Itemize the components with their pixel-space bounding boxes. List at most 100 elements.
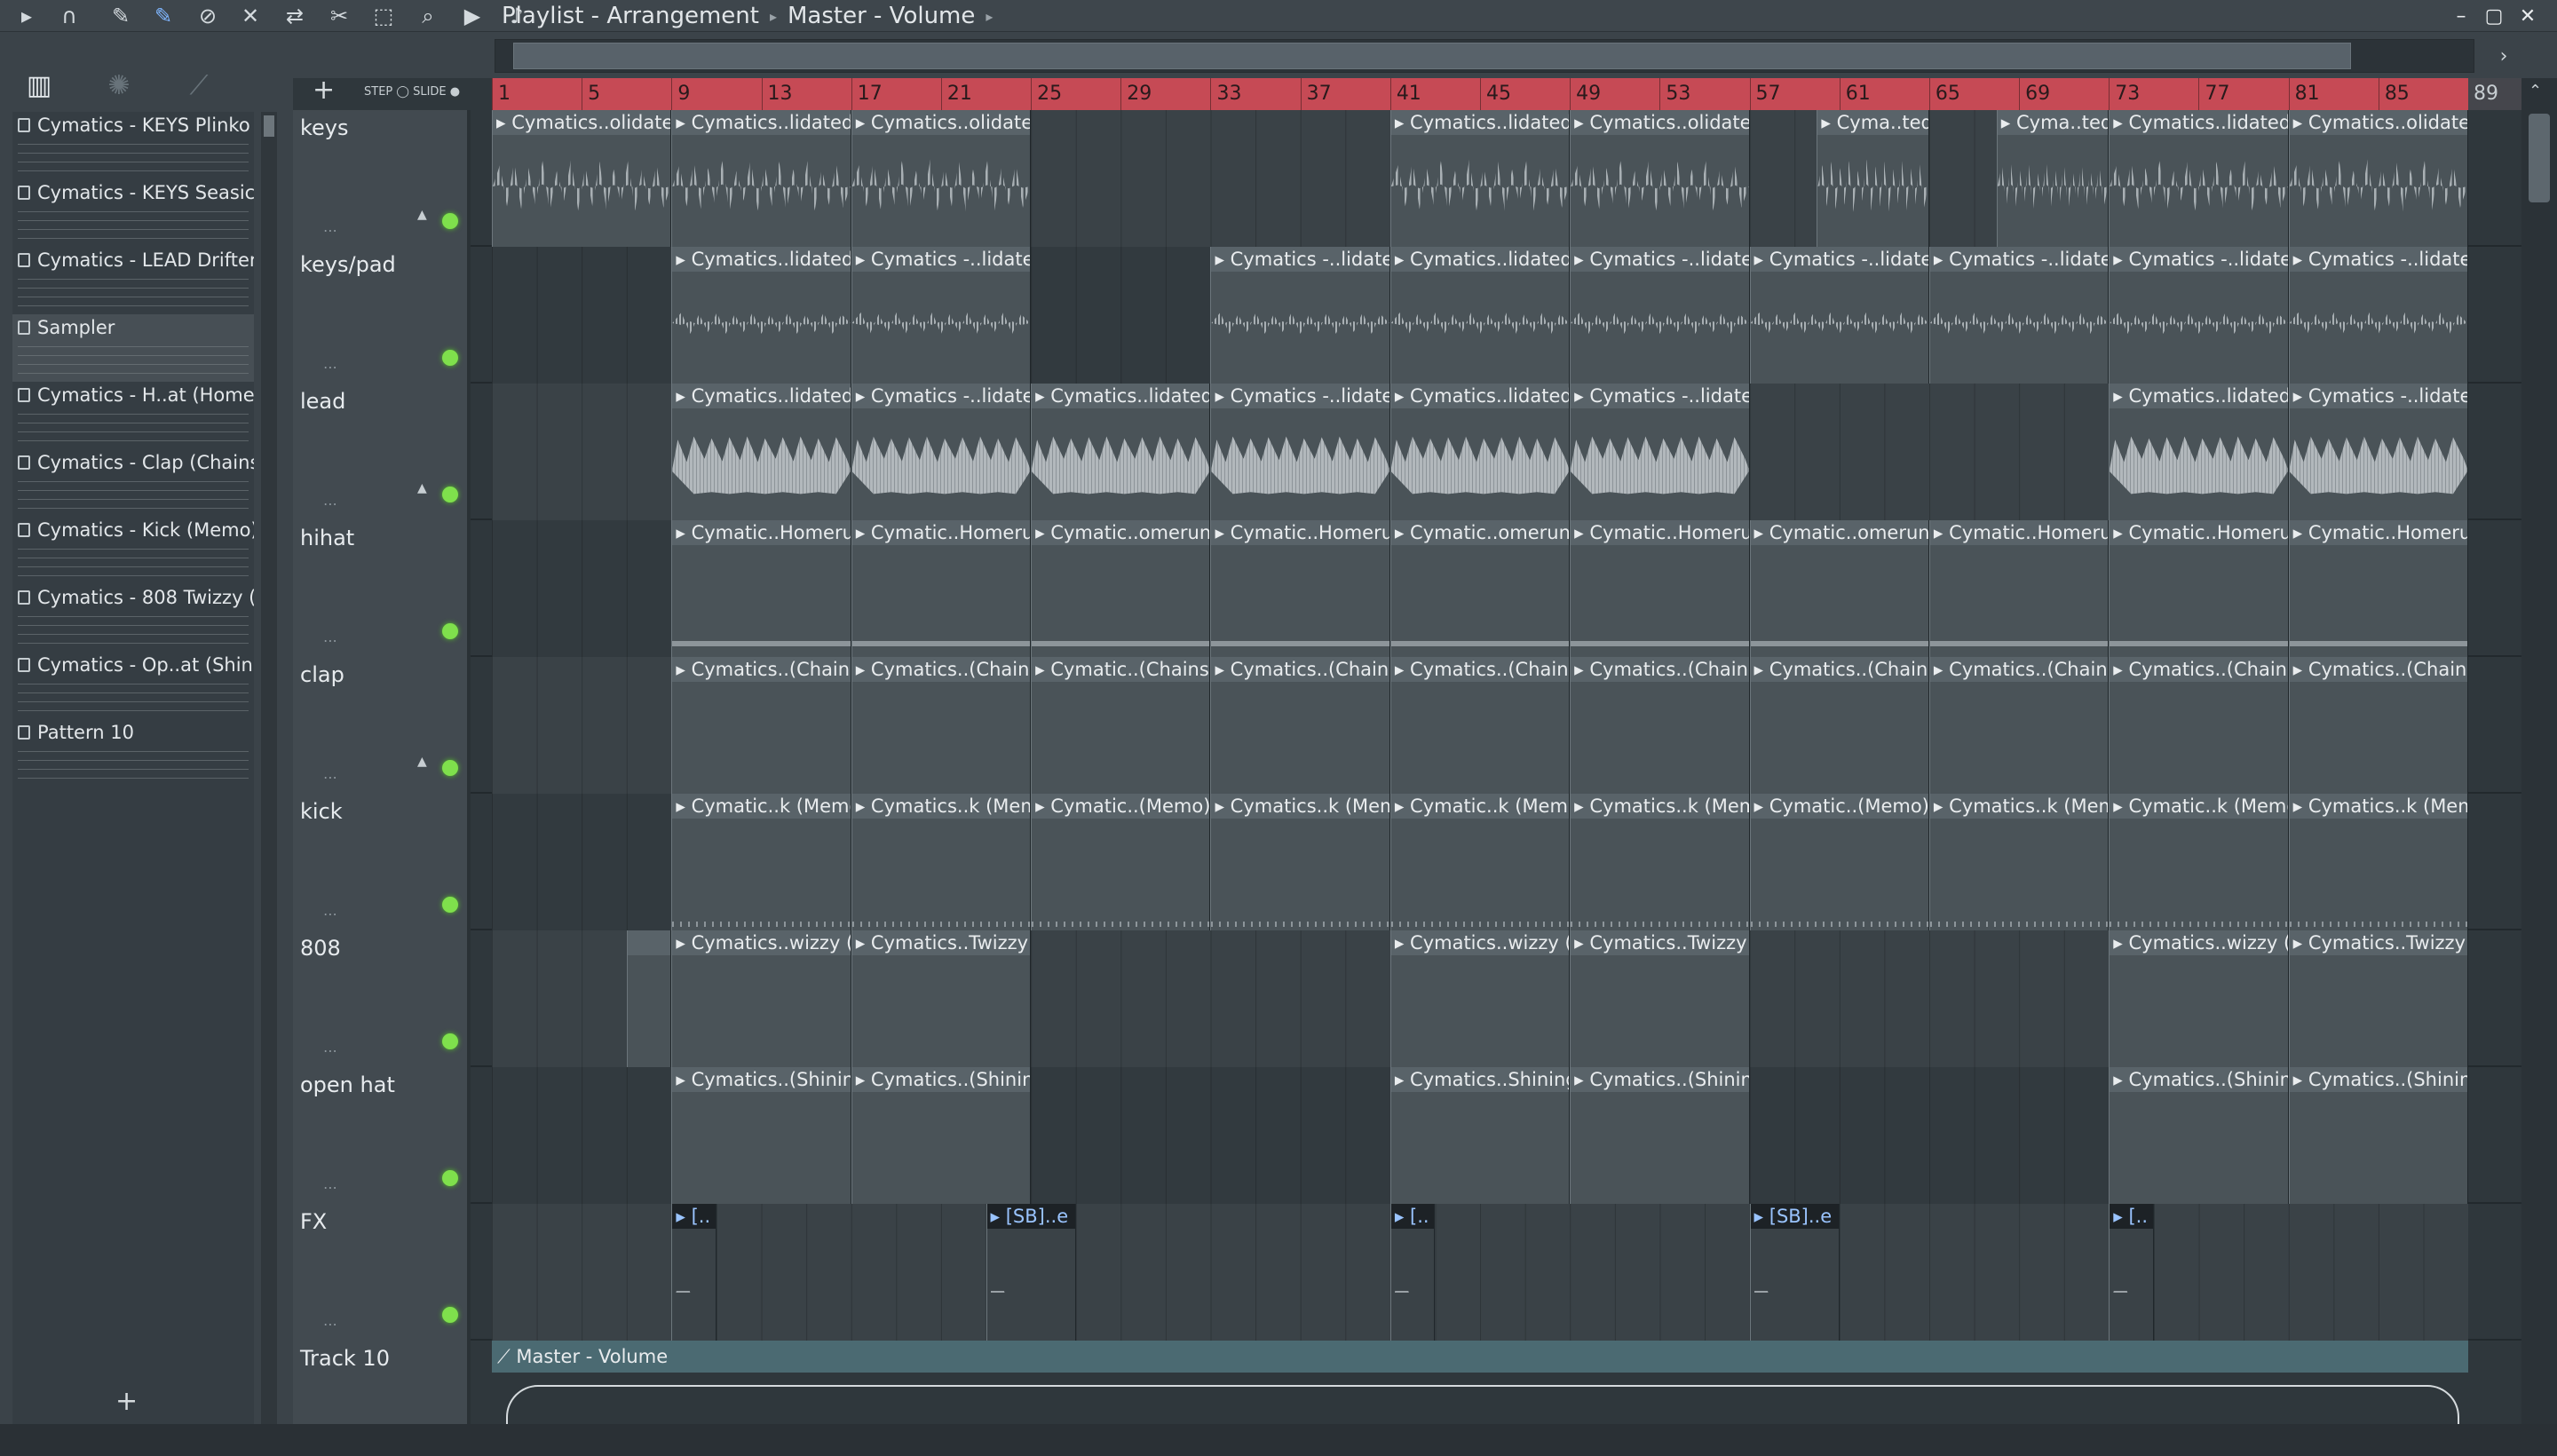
slip-icon[interactable]: ⇄ — [281, 2, 309, 30]
draw-icon[interactable]: ✎ — [107, 2, 135, 30]
track-header[interactable]: hihat ⋯ — [293, 520, 471, 657]
delete-icon[interactable]: ⊘ — [194, 2, 222, 30]
clip[interactable]: ▸ Cymatics..(Chains) — [1928, 657, 2110, 794]
track-lane[interactable]: ▸ [.. ▸ [SB]..e 3 ▸ [.. ▸ [SB]..e 3 ▸ [.. — [492, 1204, 2468, 1341]
mute-icon[interactable]: ✕ — [236, 2, 265, 30]
track-lane[interactable]: ▸ Cymatics..olidated)▸ Cymatics..lidated… — [492, 110, 2468, 247]
track-mute-led[interactable] — [442, 213, 458, 229]
clip[interactable]: ▸ Cymatics..olidated) — [1570, 110, 1750, 247]
clip[interactable]: ▸ Cymatics..(Chains) — [1210, 657, 1390, 794]
track-mute-led[interactable] — [442, 1307, 458, 1323]
clip[interactable]: ▸ Cymatic..Homerun) — [1210, 520, 1390, 657]
clip[interactable]: ▸ Cymatics..wizzy (C) — [2109, 930, 2289, 1067]
clip[interactable]: ▸ Cymatics..olidated) — [492, 110, 672, 247]
pattern-item[interactable]: Cymatics - Clap (Chains) — [12, 449, 254, 517]
slide-toggle-icon[interactable]: ● — [450, 85, 460, 99]
audio-icon[interactable]: ✺ — [92, 66, 146, 105]
clip[interactable]: ▸ Cymatics..(Shining) — [2288, 1067, 2468, 1204]
track-lane[interactable]: ▸ Cymatics..lidated) ▸ Cymatics -..lidate… — [492, 247, 2468, 384]
pattern-item[interactable]: Pattern 10 — [12, 719, 254, 787]
pattern-item[interactable]: Cymatics - 808 Twizzy (C) — [12, 584, 254, 652]
track-mute-led[interactable] — [442, 623, 458, 639]
track-mute-led[interactable] — [442, 1170, 458, 1186]
clip[interactable]: ▸ Cyma..ted) — [1996, 110, 2110, 247]
clip[interactable]: ▸ Cymatic..k (Memo) — [1389, 794, 1571, 930]
clip[interactable]: ▸ Cymatic..Homerun) — [671, 520, 851, 657]
pattern-item[interactable]: Cymatics - H..at (Homerun) — [12, 382, 254, 449]
clip[interactable]: ▸ Cymatics..k (Memo) — [1210, 794, 1390, 930]
clip[interactable]: ▸ Cymatics..lidated) — [671, 247, 851, 384]
clip[interactable]: ▸ Cymatics..lidated) — [2109, 110, 2289, 247]
track-header[interactable]: clap ⋯ ▲ — [293, 657, 471, 794]
track-mute-led[interactable] — [442, 760, 458, 776]
clip[interactable]: ▸ Cymatics..lidated) — [2109, 384, 2289, 520]
clip[interactable]: ▸ Cymatics..Twizzy (C) — [851, 930, 1032, 1067]
track-lane[interactable]: ▸ Cymatics..wizzy (C)▸ Cymatics..Twizzy … — [492, 930, 2468, 1067]
timeline-ruler[interactable]: 1 5 9 13 17 21 25 29 33 37 41 45 49 53 57 61 65 69 73 77 81 8… — [492, 78, 2468, 110]
clip[interactable]: ▸ Cymatics..k (Memo) — [1928, 794, 2110, 930]
track-collapse-icon[interactable]: ▲ — [417, 208, 427, 222]
clip[interactable]: ▸ Cymatics..lidated) — [671, 384, 851, 520]
maximize-button[interactable]: ▢ — [2479, 2, 2509, 30]
clip[interactable]: ▸ Cymatics..k (Memo) — [2288, 794, 2468, 930]
add-pattern-button[interactable]: + — [115, 1386, 138, 1417]
breadcrumb-target[interactable]: Master - Volume — [788, 3, 975, 29]
clip[interactable]: ▸ [SB]..e 3 — [1749, 1204, 1840, 1341]
pattern-item[interactable]: Cymatics - Op..at (Shining) — [12, 652, 254, 719]
clip[interactable]: ▸ Cymatics..wizzy (C) — [671, 930, 851, 1067]
piano-keys-icon[interactable]: ▥ — [12, 66, 66, 105]
track-lane[interactable]: ▸ Cymatic..k (Memo)▸ Cymatics..k (Memo)▸… — [492, 794, 2468, 930]
automation-clip-label[interactable]: ⟋ Master - Volume — [492, 1341, 2468, 1373]
clip[interactable] — [626, 930, 672, 1067]
clip[interactable]: ▸ Cymatics..Shining) — [1389, 1067, 1571, 1204]
clip[interactable]: ▸ Cymatics -..lidated) — [2288, 247, 2468, 384]
track-lane[interactable]: ▸ Cymatic..Homerun)▸ Cymatic..Homerun)▸ … — [492, 520, 2468, 657]
clip[interactable]: ▸ Cymatics..lidated) — [1389, 110, 1571, 247]
breadcrumb-playlist[interactable]: Playlist - Arrangement — [502, 3, 759, 29]
clip[interactable]: ▸ Cymatic..omerun) — [1031, 520, 1211, 657]
track-grip-icon[interactable]: ⋯ — [323, 1179, 339, 1196]
clip[interactable]: ▸ Cymatics -..lidated) — [1570, 247, 1750, 384]
track-mute-led[interactable] — [442, 350, 458, 366]
magnet-icon[interactable]: ∩ — [55, 2, 83, 30]
track-lane[interactable]: ▸ Cymatics..(Shining)▸ Cymatics..(Shinin… — [492, 1067, 2468, 1204]
track-header[interactable]: FX ⋯ — [293, 1204, 471, 1341]
arrangement-overview[interactable] — [495, 39, 2474, 73]
overview-window[interactable] — [513, 43, 2351, 69]
minimize-button[interactable]: – — [2446, 2, 2476, 30]
pattern-item[interactable]: Cymatics - Kick (Memo) — [12, 517, 254, 584]
clip[interactable]: ▸ Cymatics -..lidated) — [1928, 247, 2110, 384]
track-grip-icon[interactable]: ⋯ — [323, 222, 339, 239]
clip[interactable]: ▸ Cymatics..Twizzy (C) — [2288, 930, 2468, 1067]
clip[interactable]: ▸ Cymatic..omerun) — [1389, 520, 1571, 657]
clip[interactable]: ▸ Cymatics..Twizzy (C) — [1570, 930, 1750, 1067]
pattern-item[interactable]: Cymatics - LEAD Drifter - C — [12, 247, 254, 314]
clip[interactable]: ▸ Cymatic..Homerun) — [2288, 520, 2468, 657]
clip[interactable]: ▸ Cymatic..(Memo) — [1749, 794, 1929, 930]
track-grip-icon[interactable]: ⋯ — [323, 1316, 339, 1333]
clip[interactable]: ▸ [.. — [671, 1204, 716, 1341]
select-icon[interactable]: ⬚ — [369, 2, 398, 30]
clip[interactable]: ▸ Cymatics -..lidated) — [1570, 384, 1750, 520]
clip[interactable]: ▸ Cymatic..k (Memo) — [671, 794, 851, 930]
track-header[interactable]: kick ⋯ — [293, 794, 471, 930]
clip[interactable]: ▸ Cyma..ted) — [1817, 110, 1929, 247]
play-menu-icon[interactable]: ▸ — [12, 2, 41, 30]
clip[interactable]: ▸ Cymatics..(Chains) — [671, 657, 851, 794]
clip[interactable]: ▸ [.. — [2109, 1204, 2154, 1341]
clip[interactable]: ▸ Cymatic..Homerun) — [1928, 520, 2110, 657]
add-track-button[interactable]: + — [313, 75, 335, 106]
scroll-up-icon[interactable]: ⌃ — [2529, 82, 2542, 100]
track-collapse-icon[interactable]: ▲ — [417, 481, 427, 495]
clip[interactable]: ▸ Cymatic..Homerun) — [2109, 520, 2289, 657]
clip[interactable]: ▸ Cymatics..(Chains) — [1389, 657, 1571, 794]
clip[interactable]: ▸ Cymatics..olidated) — [851, 110, 1032, 247]
clip[interactable]: ▸ Cymatics..(Chains) — [2288, 657, 2468, 794]
horizontal-scrollbar[interactable] — [0, 1424, 2557, 1456]
automation-icon[interactable]: ⟋ — [172, 66, 226, 105]
clip[interactable]: ▸ Cymatic..k (Memo) — [2109, 794, 2289, 930]
pattern-item[interactable]: Cymatics - KEYS Plinko - C — [12, 112, 254, 179]
clip[interactable]: ▸ Cymatics -..lidated) — [2109, 247, 2289, 384]
clip[interactable]: ▸ Cymatics..(Chains) — [1749, 657, 1929, 794]
clip[interactable]: ▸ Cymatics..olidated) — [2288, 110, 2468, 247]
